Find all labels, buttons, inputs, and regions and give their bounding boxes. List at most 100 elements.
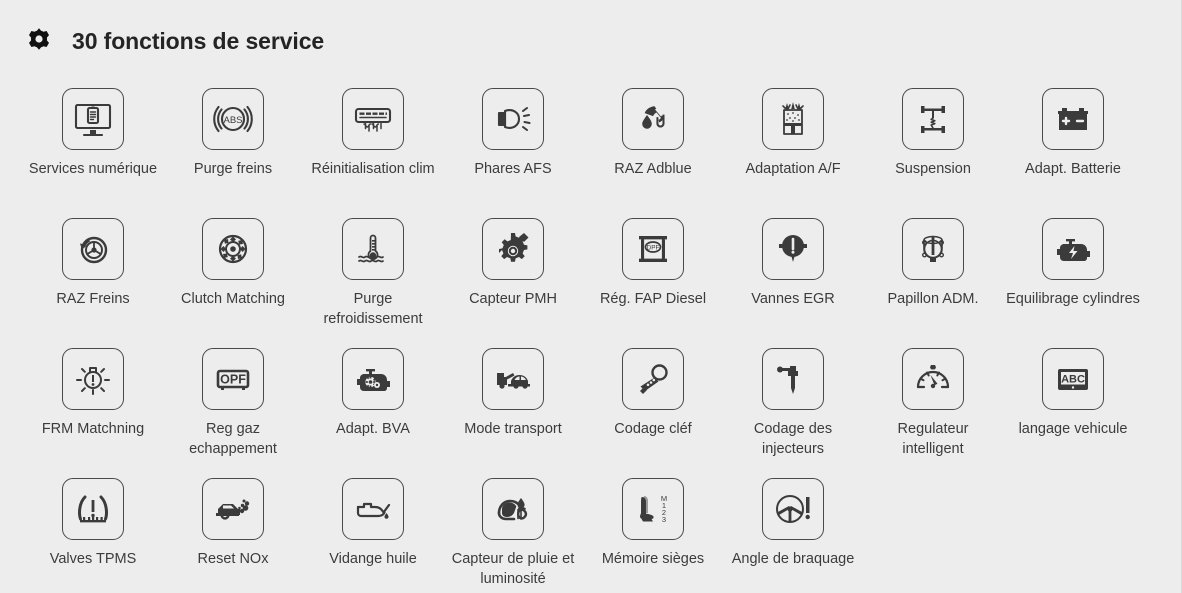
function-item-regulateur-intelligent[interactable]: Regulateur intelligent <box>863 338 1003 468</box>
function-item-memoire-sieges[interactable]: M 1 2 3 Mémoire sièges <box>583 468 723 593</box>
chassis-suspension-icon <box>921 106 945 133</box>
clutch-disc-icon <box>218 234 248 264</box>
function-item-adapt-bva[interactable]: Adapt. BVA <box>303 338 443 468</box>
coolant-thermometer-icon <box>358 234 384 263</box>
function-item-equilibrage-cylindres[interactable]: Equilibrage cylindres <box>1003 208 1143 338</box>
function-label: Capteur PMH <box>469 291 557 307</box>
function-tile[interactable] <box>762 218 824 280</box>
function-item-codage-des-injecteurs[interactable]: Codage des injecteurs <box>723 338 863 468</box>
function-item-purge-freins[interactable]: ABS Purge freins <box>163 78 303 208</box>
engine-bolt-icon <box>1057 239 1090 261</box>
tpms-tire-warning-icon <box>78 495 108 523</box>
function-tile[interactable] <box>482 88 544 150</box>
function-label: Réinitialisation clim <box>311 161 435 177</box>
function-label: Phares AFS <box>474 161 552 177</box>
functions-grid: Services numérique ABS Purge freins Réin… <box>23 78 1163 593</box>
function-tile[interactable] <box>62 218 124 280</box>
function-item-raz-adblue[interactable]: RAZ Adblue <box>583 78 723 208</box>
function-label: Vidange huile <box>329 551 417 567</box>
function-item-reg-fap-diesel[interactable]: DPF Rég. FAP Diesel <box>583 208 723 338</box>
function-tile[interactable] <box>342 88 404 150</box>
function-tile[interactable] <box>202 218 264 280</box>
function-item-adaptation-af[interactable]: Adaptation A/F <box>723 78 863 208</box>
function-item-services-numerique[interactable]: Services numérique <box>23 78 163 208</box>
function-tile[interactable] <box>762 88 824 150</box>
function-item-capteur-pmh[interactable]: Capteur PMH <box>443 208 583 338</box>
gear-icon <box>22 24 56 58</box>
function-item-reset-nox[interactable]: Reset NOx <box>163 468 303 593</box>
throttle-body-icon <box>921 235 945 262</box>
function-label: Reset NOx <box>197 551 269 567</box>
function-tile[interactable] <box>1042 218 1104 280</box>
function-item-suspension[interactable]: Suspension <box>863 78 1003 208</box>
function-tile[interactable]: ABC <box>1042 348 1104 410</box>
function-tile[interactable] <box>902 218 964 280</box>
function-label: Capteur de pluie et luminosité <box>451 551 575 587</box>
function-item-phares-afs[interactable]: Phares AFS <box>443 78 583 208</box>
function-label: Valves TPMS <box>49 551 137 567</box>
function-tile[interactable] <box>482 218 544 280</box>
oil-can-icon <box>356 502 391 519</box>
function-tile[interactable] <box>342 478 404 540</box>
function-tile[interactable]: OPF <box>202 348 264 410</box>
function-label: Angle de braquage <box>731 551 855 567</box>
cruise-control-gauge-icon <box>916 365 950 389</box>
svg-text:3: 3 <box>662 515 666 524</box>
function-label: Purge refroidissement <box>323 291 423 327</box>
function-tile[interactable] <box>482 478 544 540</box>
function-item-langage-vehicule[interactable]: ABC langage vehicule <box>1003 338 1143 468</box>
function-tile[interactable]: DPF <box>622 218 684 280</box>
function-tile[interactable] <box>902 88 964 150</box>
function-tile[interactable]: ABS <box>202 88 264 150</box>
page-title: 30 fonctions de service <box>72 27 325 54</box>
function-item-papillon-adm[interactable]: Papillon ADM. <box>863 208 1003 338</box>
function-tile[interactable] <box>762 348 824 410</box>
function-tile[interactable] <box>622 348 684 410</box>
function-tile[interactable] <box>1042 88 1104 150</box>
page-header: 30 fonctions de service <box>22 22 324 60</box>
function-tile[interactable] <box>202 478 264 540</box>
function-tile[interactable]: M 1 2 3 <box>622 478 684 540</box>
headlight-icon <box>497 107 531 131</box>
egr-valve-icon <box>779 235 807 262</box>
function-item-adapt-batterie[interactable]: Adapt. Batterie <box>1003 78 1143 208</box>
function-label: FRM Matchning <box>41 421 145 437</box>
function-item-frm-matchning[interactable]: FRM Matchning <box>23 338 163 468</box>
function-label: Adaptation A/F <box>745 161 841 177</box>
function-tile[interactable] <box>762 478 824 540</box>
function-label: Mémoire sièges <box>601 551 705 567</box>
function-item-purge-refroidissement[interactable]: Purge refroidissement <box>303 208 443 338</box>
abc-screen-icon: ABC <box>1058 369 1088 390</box>
function-item-angle-de-braquage[interactable]: Angle de braquage <box>723 468 863 593</box>
rain-light-sensor-icon <box>497 498 528 521</box>
steering-angle-icon <box>776 495 810 523</box>
function-tile[interactable] <box>622 88 684 150</box>
function-tile[interactable] <box>342 348 404 410</box>
function-item-mode-transport[interactable]: Mode transport <box>443 338 583 468</box>
function-item-codage-clef[interactable]: Codage cléf <box>583 338 723 468</box>
function-item-raz-freins[interactable]: RAZ Freins <box>23 208 163 338</box>
function-tile[interactable] <box>62 88 124 150</box>
function-tile[interactable] <box>482 348 544 410</box>
svg-text:OPF: OPF <box>220 373 246 387</box>
function-label: Adapt. Batterie <box>1025 161 1121 177</box>
function-tile[interactable] <box>62 348 124 410</box>
seat-memory-icon: M 1 2 3 <box>640 494 667 524</box>
function-item-valves-tpms[interactable]: Valves TPMS <box>23 468 163 593</box>
car-battery-icon <box>1058 108 1088 130</box>
function-item-reg-gaz-echappement[interactable]: OPF Reg gaz echappement <box>163 338 303 468</box>
function-label: Clutch Matching <box>181 291 285 307</box>
function-item-capteur-pluie-luminosite[interactable]: Capteur de pluie et luminosité <box>443 468 583 593</box>
function-item-vannes-egr[interactable]: Vannes EGR <box>723 208 863 338</box>
function-label: Services numérique <box>28 161 158 177</box>
dpf-filter-icon: DPF <box>639 236 667 262</box>
function-item-clutch-matching[interactable]: Clutch Matching <box>163 208 303 338</box>
function-tile[interactable] <box>342 218 404 280</box>
function-tile[interactable] <box>902 348 964 410</box>
function-item-reinitialisation-clim[interactable]: Réinitialisation clim <box>303 78 443 208</box>
svg-text:DPF: DPF <box>647 245 660 252</box>
function-label: RAZ Adblue <box>614 161 692 177</box>
function-label: Adapt. BVA <box>336 421 410 437</box>
function-tile[interactable] <box>62 478 124 540</box>
function-item-vidange-huile[interactable]: Vidange huile <box>303 468 443 593</box>
